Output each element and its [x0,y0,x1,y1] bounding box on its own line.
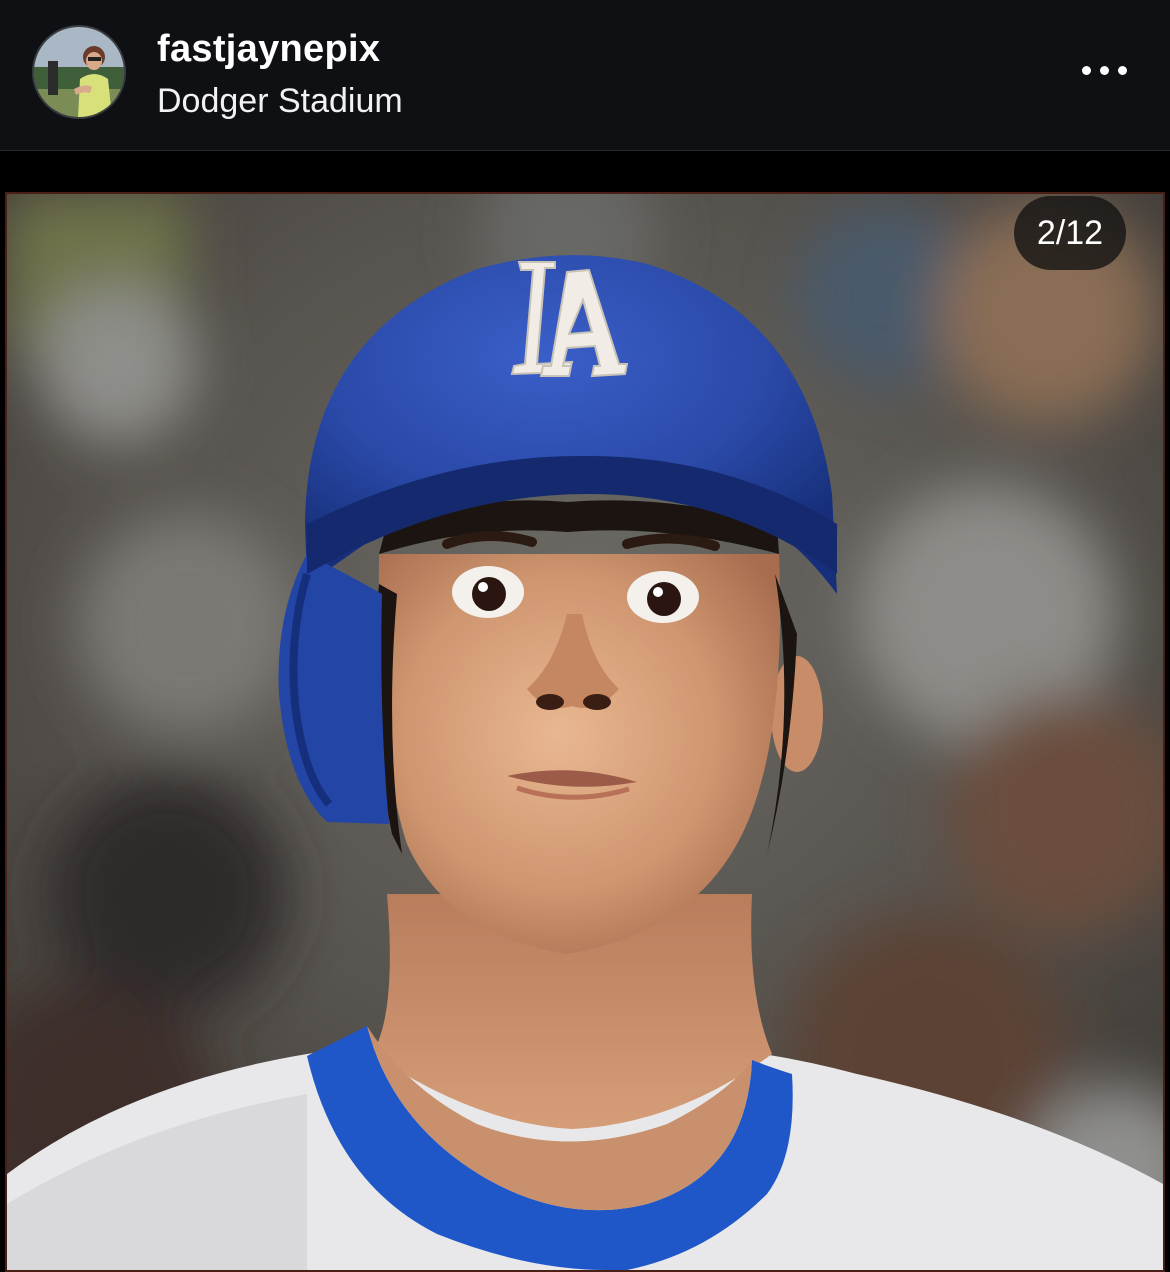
location-link[interactable]: Dodger Stadium [157,80,403,122]
post-header: fastjaynepix Dodger Stadium [0,0,1170,151]
avatar[interactable] [32,25,126,119]
avatar-image [34,27,124,117]
more-horizontal-icon [1118,66,1127,75]
post-photo[interactable] [5,192,1165,1272]
more-horizontal-icon [1082,66,1091,75]
media-counter-badge: 2/12 [1014,196,1126,270]
more-horizontal-icon [1100,66,1109,75]
more-options-button[interactable] [1072,52,1138,92]
instagram-post-view: fastjaynepix Dodger Stadium 2/12 [0,0,1170,1272]
username[interactable]: fastjaynepix [157,26,380,72]
header-spacer [0,151,1170,191]
baseball-player-photo [7,194,1163,1270]
